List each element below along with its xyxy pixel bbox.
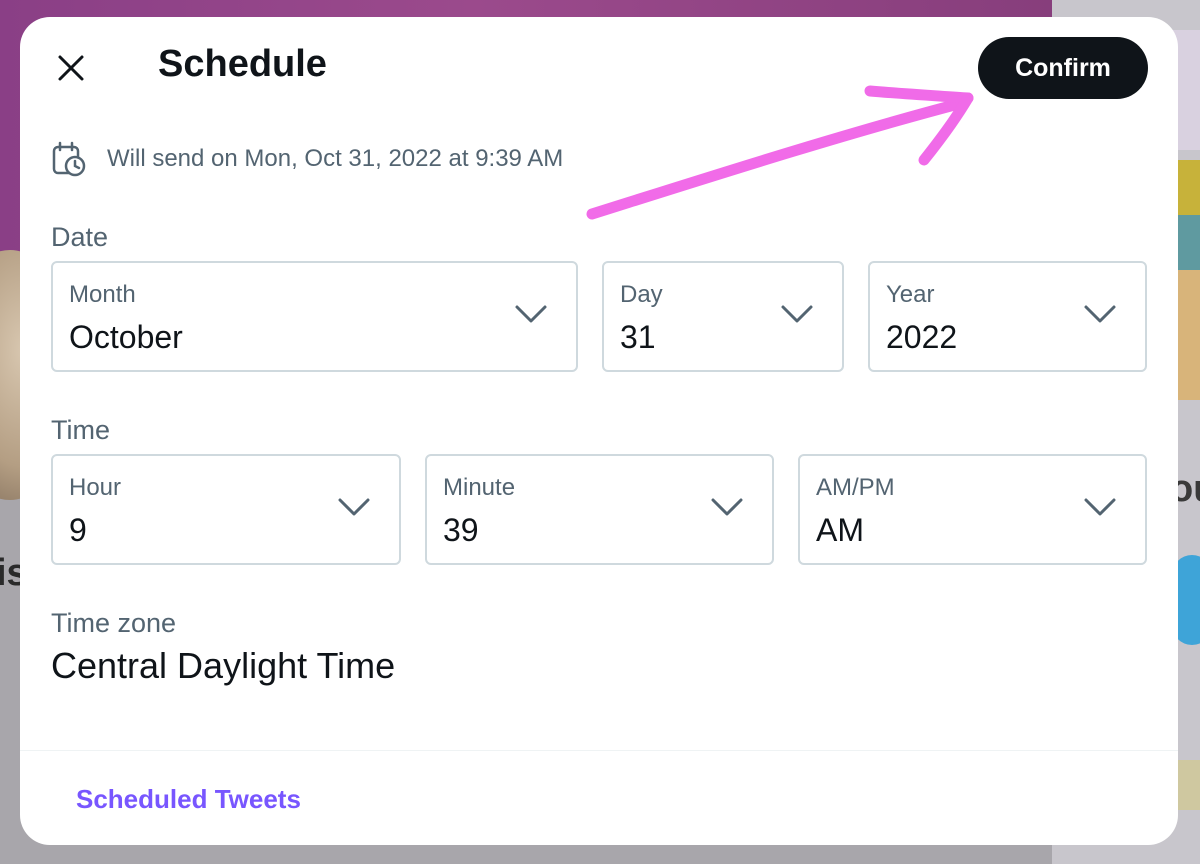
chevron-down-icon [711,498,743,516]
day-select-value: 31 [620,319,656,355]
year-select-label: Year [886,281,935,308]
hour-select-value: 9 [69,512,87,548]
day-select-label: Day [620,281,663,308]
hour-select-label: Hour [69,474,122,501]
minute-select-label: Minute [443,474,516,501]
date-section-label: Date [51,222,109,252]
month-select-value: October [69,319,183,355]
ampm-select-value: AM [816,512,864,548]
schedule-dialog: Schedule Confirm Will send on Mon, Oct 3… [20,17,1178,845]
send-summary-text: Will send on Mon, Oct 31, 2022 at 9:39 A… [107,145,564,172]
send-summary: Will send on Mon, Oct 31, 2022 at 9:39 A… [51,141,563,177]
day-select[interactable]: Day 31 [602,261,844,372]
chevron-down-icon [515,305,547,323]
minute-select[interactable]: Minute 39 [425,454,774,565]
ampm-select[interactable]: AM/PM AM [798,454,1147,565]
chevron-down-icon [781,305,813,323]
scheduled-tweets-link[interactable]: Scheduled Tweets [76,784,301,815]
chevron-down-icon [1084,305,1116,323]
confirm-button[interactable]: Confirm [978,37,1148,99]
ampm-select-label: AM/PM [816,474,895,501]
minute-select-value: 39 [443,512,479,548]
dialog-title: Schedule [158,43,327,85]
chevron-down-icon [338,498,370,516]
month-select[interactable]: Month October [51,261,578,372]
time-section-label: Time [51,415,110,445]
chevron-down-icon [1084,498,1116,516]
month-select-label: Month [69,281,136,308]
calendar-clock-icon [52,141,86,177]
year-select-value: 2022 [886,319,958,355]
timezone-value: Central Daylight Time [51,645,396,686]
timezone-label: Time zone [51,608,177,638]
footer-divider [20,750,1178,751]
year-select[interactable]: Year 2022 [868,261,1147,372]
hour-select[interactable]: Hour 9 [51,454,401,565]
close-icon [58,55,84,81]
close-button[interactable] [51,48,91,88]
